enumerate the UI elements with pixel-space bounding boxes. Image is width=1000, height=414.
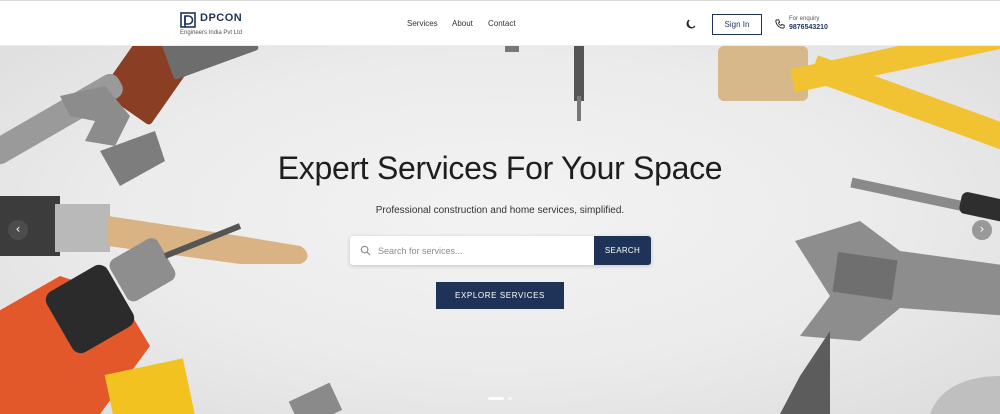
tools-background-image xyxy=(0,46,1000,414)
screwdriver-image-top xyxy=(574,46,584,121)
search-button[interactable]: SEARCH xyxy=(594,236,651,265)
carousel-next-button[interactable]: › xyxy=(972,220,992,240)
hero-title: Expert Services For Your Space xyxy=(277,150,723,186)
nav-link-about[interactable]: About xyxy=(452,19,473,29)
moon-icon[interactable] xyxy=(685,19,696,30)
service-search-bar: SEARCH xyxy=(350,236,651,265)
wrench-image-right xyxy=(795,221,1000,341)
pliers-image xyxy=(780,331,830,414)
hero-subtitle: Professional construction and home servi… xyxy=(375,205,625,216)
hero-banner: ‹ › Expert Services For Your Space Profe… xyxy=(0,46,1000,414)
nav-link-services[interactable]: Services xyxy=(407,19,438,29)
bolt-image xyxy=(505,46,519,52)
search-icon xyxy=(360,245,371,256)
enquiry-label: For enquiry xyxy=(789,16,820,22)
top-header: DPCON Engineers India Pvt Ltd Services A… xyxy=(0,0,1000,46)
mallet-image xyxy=(718,46,1000,155)
saw-image xyxy=(930,376,1000,414)
enquiry-contact[interactable]: For enquiry 9876543210 xyxy=(789,16,828,32)
nav-link-contact[interactable]: Contact xyxy=(488,19,516,29)
main-nav: Services About Contact xyxy=(0,19,1000,31)
brand-tagline: Engineers India Pvt Ltd xyxy=(180,30,243,36)
enquiry-number[interactable]: 9876543210 xyxy=(789,23,828,32)
carousel-dot[interactable] xyxy=(508,397,512,400)
phone-icon xyxy=(775,19,785,29)
carousel-dot-active[interactable] xyxy=(488,397,504,400)
hinge-image xyxy=(288,382,343,414)
sign-in-button[interactable]: Sign In xyxy=(712,14,762,35)
carousel-prev-button[interactable]: ‹ xyxy=(8,220,28,240)
explore-services-button[interactable]: EXPLORE SERVICES xyxy=(436,282,564,309)
search-input[interactable] xyxy=(378,240,588,261)
